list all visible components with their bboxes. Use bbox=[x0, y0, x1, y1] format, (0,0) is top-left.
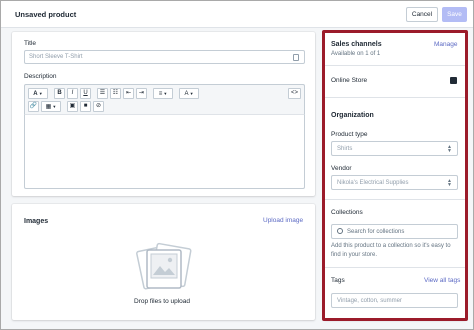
underline-button[interactable]: U bbox=[80, 88, 91, 99]
editor-toolbar: A ▼ B I U ☰ ☷ ⇤ ⇥ ≡ ▼ A ▼ <> 🔗 ▦ ▼ ▣ ■ ⊘ bbox=[24, 84, 305, 114]
image-icon[interactable]: ▣ bbox=[67, 101, 78, 112]
align-icon[interactable]: ≡ ▼ bbox=[153, 88, 173, 99]
bold-button[interactable]: B bbox=[54, 88, 65, 99]
indent-icon[interactable]: ⇥ bbox=[136, 88, 147, 99]
table-icon[interactable]: ▦ ▼ bbox=[41, 101, 61, 112]
tags-label: Tags bbox=[331, 277, 345, 284]
availability-text: Available on 1 of 1 bbox=[331, 51, 381, 57]
outdent-icon[interactable]: ⇤ bbox=[123, 88, 134, 99]
document-icon bbox=[293, 54, 299, 61]
divider bbox=[325, 65, 465, 66]
description-label: Description bbox=[24, 73, 57, 80]
text-color-icon[interactable]: A ▼ bbox=[179, 88, 199, 99]
description-editor[interactable] bbox=[24, 114, 305, 189]
select-arrows-icon: ▲ ▼ bbox=[447, 178, 452, 188]
bullet-list-icon[interactable]: ☰ bbox=[97, 88, 108, 99]
save-button[interactable]: Save bbox=[442, 7, 467, 22]
product-type-label: Product type bbox=[331, 131, 368, 138]
numbered-list-icon[interactable]: ☷ bbox=[110, 88, 121, 99]
sales-channels-title: Sales channels bbox=[331, 41, 382, 48]
cancel-button[interactable]: Cancel bbox=[406, 7, 438, 22]
title-label: Title bbox=[24, 40, 37, 47]
collections-help-text: Add this product to a collection so it's… bbox=[331, 243, 451, 258]
select-arrows-icon: ▲ ▼ bbox=[447, 144, 452, 154]
html-button[interactable]: <> bbox=[288, 88, 301, 99]
organization-title: Organization bbox=[331, 112, 374, 119]
online-store-label: Online Store bbox=[331, 77, 368, 84]
photos-placeholder-icon bbox=[136, 242, 192, 290]
collections-search-input[interactable]: Search for collections bbox=[331, 224, 458, 239]
paragraph-format-button[interactable]: A ▼ bbox=[28, 88, 48, 99]
video-icon[interactable]: ■ bbox=[80, 101, 91, 112]
images-drop-zone[interactable]: Drop files to upload bbox=[24, 232, 305, 314]
divider bbox=[325, 267, 465, 268]
drop-files-text: Drop files to upload bbox=[134, 298, 191, 305]
title-input[interactable]: Short Sleeve T-Shirt bbox=[24, 50, 305, 64]
italic-button[interactable]: I bbox=[67, 88, 78, 99]
tags-input[interactable]: Vintage, cotton, summer bbox=[331, 293, 458, 308]
upload-image-link[interactable]: Upload image bbox=[263, 217, 303, 224]
top-bar: Unsaved product Cancel Save bbox=[1, 1, 473, 28]
product-type-select[interactable]: Shirts ▲ ▼ bbox=[331, 141, 458, 156]
view-all-tags-link[interactable]: View all tags bbox=[424, 277, 460, 284]
manage-link[interactable]: Manage bbox=[434, 41, 458, 48]
link-icon[interactable]: 🔗 bbox=[28, 101, 39, 112]
search-icon bbox=[337, 228, 343, 234]
title-placeholder: Short Sleeve T-Shirt bbox=[29, 54, 83, 60]
collections-label: Collections bbox=[331, 209, 363, 216]
divider bbox=[325, 199, 465, 200]
chevron-down-icon: ▼ bbox=[37, 91, 43, 96]
clear-format-icon[interactable]: ⊘ bbox=[93, 101, 104, 112]
calendar-icon[interactable] bbox=[450, 77, 457, 84]
vendor-select[interactable]: Nikola's Electrical Supplies ▲ ▼ bbox=[331, 175, 458, 190]
vendor-label: Vendor bbox=[331, 165, 352, 172]
images-title: Images bbox=[24, 218, 49, 225]
page-title: Unsaved product bbox=[15, 10, 77, 19]
